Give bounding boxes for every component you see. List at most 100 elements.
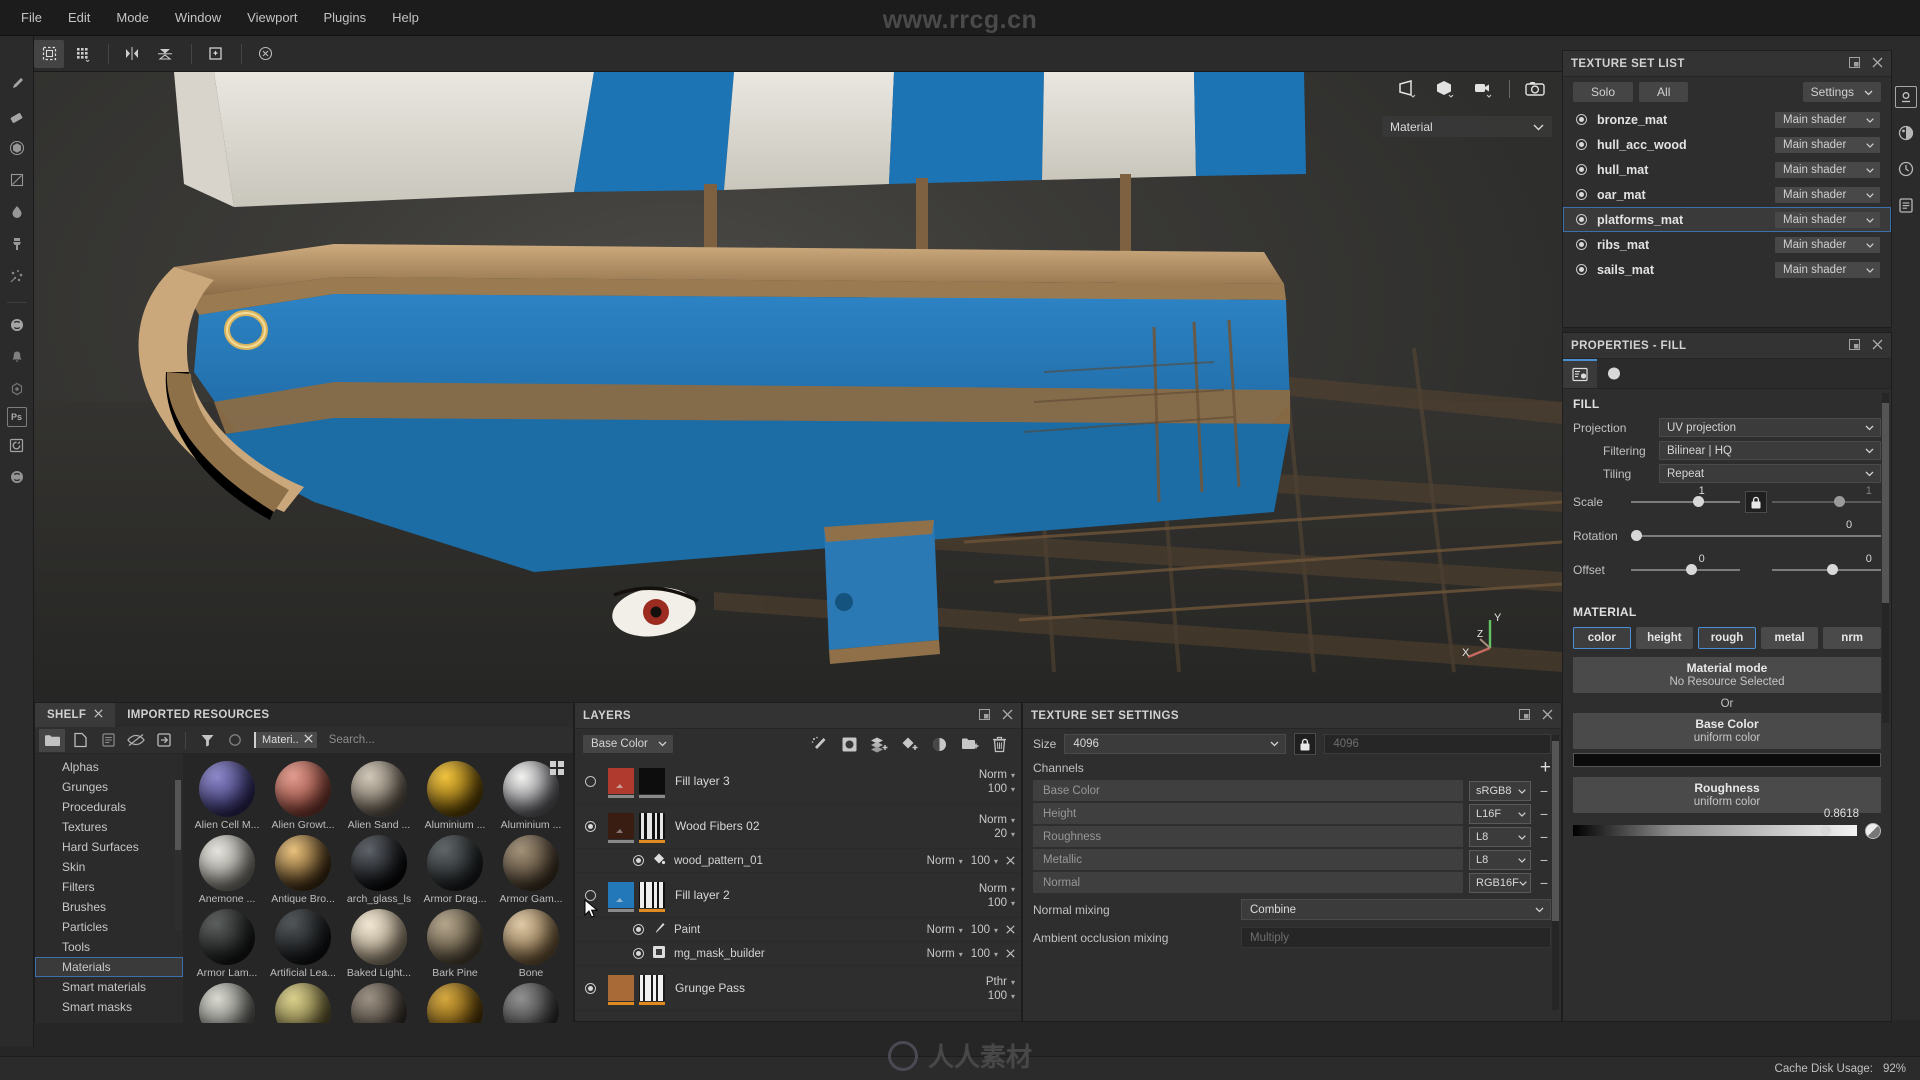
properties-scrollbar[interactable] [1882, 393, 1889, 723]
visibility-radio-icon[interactable] [1576, 264, 1587, 275]
visibility-radio-icon[interactable] [1576, 164, 1587, 175]
symmetry-plane-icon[interactable] [150, 40, 180, 68]
settings-button[interactable]: Settings [1802, 82, 1881, 102]
polygon-fill-icon[interactable] [4, 166, 30, 194]
texture-set-row-platforms-mat[interactable]: platforms_mat Main shader [1563, 207, 1891, 232]
projection-icon[interactable] [4, 134, 30, 162]
effect-row-wood-pattern-01[interactable]: wood_pattern_01 Norm ▾ 100 ▾ [575, 849, 1021, 873]
shelf-item[interactable] [495, 983, 567, 1023]
channel-format-dropdown[interactable]: sRGB8 [1469, 780, 1531, 801]
shelf-item[interactable]: Armor Drag... [419, 835, 491, 905]
projection-dropdown[interactable]: UV projection [1659, 418, 1881, 437]
viewport-material-dropdown[interactable]: Material [1382, 116, 1552, 137]
undock-icon[interactable] [1849, 56, 1860, 71]
all-button[interactable]: All [1639, 82, 1689, 102]
tab-imported-resources[interactable]: IMPORTED RESOURCES [115, 703, 281, 727]
material-mode-slot[interactable]: Material mode No Resource Selected [1573, 657, 1881, 693]
channel-row-base-color[interactable]: Base Color sRGB8 − [1023, 779, 1561, 802]
ao-mixing-dropdown[interactable]: Multiply [1241, 927, 1551, 948]
add-channel-button[interactable]: + [1540, 758, 1551, 777]
layer-opacity[interactable]: 100 ▾ [988, 783, 1015, 795]
shelf-category-skin[interactable]: Skin [35, 857, 183, 877]
texture-set-row-bronze[interactable]: bronze_mat Main shader [1563, 107, 1891, 132]
shelf-filter-chip[interactable]: Materi.. [254, 732, 317, 748]
shelf-category-particles[interactable]: Particles [35, 917, 183, 937]
shelf-category-hard-surfaces[interactable]: Hard Surfaces [35, 837, 183, 857]
reset-icon[interactable] [250, 40, 280, 68]
shader-dropdown[interactable]: Main shader [1775, 136, 1880, 153]
layer-visibility-toggle[interactable] [585, 982, 596, 994]
close-icon[interactable] [1006, 923, 1015, 937]
shelf-category-procedurals[interactable]: Procedurals [35, 797, 183, 817]
shelf-item[interactable]: Anemone ... [191, 835, 263, 905]
shelf-category-smart-masks[interactable]: Smart masks [35, 997, 183, 1017]
photoshop-icon[interactable]: Ps [6, 407, 27, 427]
visibility-radio-icon[interactable] [1576, 114, 1587, 125]
history-icon[interactable] [1895, 158, 1917, 180]
texture-set-settings-scrollbar[interactable] [1552, 735, 1559, 1010]
shelf-search-input[interactable]: Search... [319, 734, 573, 746]
layer-blend-mode[interactable]: Norm ▾ [979, 883, 1015, 895]
lock-icon[interactable] [1294, 733, 1317, 755]
shader-settings-icon[interactable] [1895, 122, 1917, 144]
roughness-slider[interactable]: 0.8618 [1573, 808, 1881, 841]
layer-opacity[interactable]: 100 ▾ [988, 897, 1015, 909]
shader-dropdown[interactable]: Main shader [1775, 161, 1880, 178]
menu-item-window[interactable]: Window [162, 6, 234, 29]
add-fill-layer-icon[interactable] [866, 732, 893, 756]
clone-stamp-icon[interactable] [4, 230, 30, 258]
viewport-3d[interactable]: Material Y X Z [34, 72, 1562, 692]
shelf-item[interactable] [419, 983, 491, 1023]
add-folder-icon[interactable] [956, 732, 983, 756]
hide-icon[interactable] [123, 729, 149, 752]
magic-wand-icon[interactable] [806, 732, 833, 756]
shelf-category-smart-materials[interactable]: Smart materials [35, 977, 183, 997]
channel-row-height[interactable]: Height L16F − [1023, 802, 1561, 825]
alert-icon[interactable] [4, 343, 30, 371]
texture-set-row-oar-mat[interactable]: oar_mat Main shader [1563, 182, 1891, 207]
shelf-item[interactable] [267, 983, 339, 1023]
layer-opacity[interactable]: 100 ▾ [988, 990, 1015, 1002]
effect-blend-mode[interactable]: Norm ▾ [927, 855, 963, 867]
texture-set-row-hull-acc-wood[interactable]: hull_acc_wood Main shader [1563, 132, 1891, 157]
delete-icon[interactable] [986, 732, 1013, 756]
layer-row-fill-layer-2[interactable]: Fill layer 2 Norm ▾ 100 ▾ [575, 873, 1021, 918]
shelf-item[interactable]: Aluminium ... [419, 761, 491, 831]
remove-channel-icon[interactable]: − [1537, 829, 1551, 845]
effect-visibility-toggle[interactable] [633, 924, 644, 935]
solo-button[interactable]: Solo [1573, 82, 1634, 102]
layer-row-wood-fibers-02[interactable]: Wood Fibers 02 Norm ▾ 20 ▾ [575, 804, 1021, 849]
substance-logo-icon[interactable] [4, 463, 30, 491]
base-color-swatch[interactable] [1573, 753, 1881, 767]
close-icon[interactable] [1002, 709, 1013, 723]
layer-visibility-toggle[interactable] [585, 820, 596, 832]
visibility-radio-icon[interactable] [1576, 139, 1587, 150]
menu-item-edit[interactable]: Edit [55, 6, 103, 29]
shader-dropdown[interactable]: Main shader [1775, 236, 1880, 253]
channel-row-roughness[interactable]: Roughness L8 − [1023, 825, 1561, 848]
add-mask-icon[interactable] [926, 732, 953, 756]
shader-dropdown[interactable]: Main shader [1775, 261, 1880, 278]
channel-format-dropdown[interactable]: L8 [1469, 826, 1531, 847]
visibility-radio-icon[interactable] [1576, 239, 1587, 250]
close-icon[interactable] [1872, 339, 1883, 353]
effect-opacity[interactable]: 100 ▾ [971, 855, 998, 867]
layer-blend-mode[interactable]: Norm ▾ [979, 769, 1015, 781]
close-icon[interactable] [1872, 57, 1883, 71]
bake-icon[interactable] [200, 40, 230, 68]
remove-channel-icon[interactable]: − [1537, 783, 1551, 799]
properties-tab-icon[interactable] [1563, 359, 1597, 388]
shelf-category-materials[interactable]: Materials [35, 957, 183, 977]
grid-view-toggle-icon[interactable] [549, 760, 565, 776]
scale-slider-u[interactable]: 1 [1631, 485, 1740, 509]
effect-opacity[interactable]: 100 ▾ [971, 948, 998, 960]
import-icon[interactable] [151, 729, 177, 752]
texture-set-row-hull-mat[interactable]: hull_mat Main shader [1563, 157, 1891, 182]
refresh-icon[interactable] [4, 431, 30, 459]
rotation-slider[interactable]: 0 [1631, 519, 1881, 543]
normal-mixing-dropdown[interactable]: Combine [1241, 899, 1551, 920]
visibility-radio-icon[interactable] [1576, 189, 1587, 200]
circle-icon[interactable] [222, 729, 248, 752]
offset-slider-u[interactable]: 0 [1631, 553, 1740, 577]
layer-visibility-toggle[interactable] [585, 775, 596, 787]
